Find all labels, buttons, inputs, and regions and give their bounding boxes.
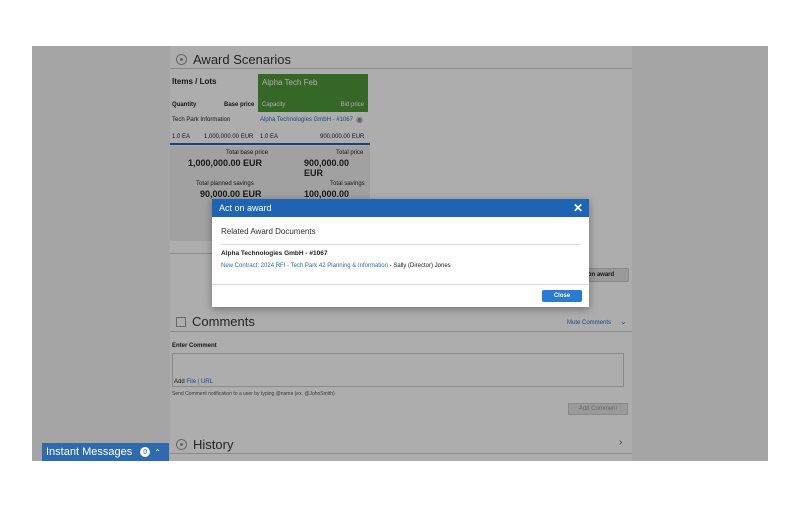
divider [221, 244, 581, 245]
instant-messages-label: Instant Messages [46, 446, 133, 458]
modal-title: Act on award [219, 203, 272, 213]
instant-messages-bar[interactable]: Instant Messages 0 ⌃ [42, 443, 169, 461]
contract-row: New Contract: 2024 RFI - Tech Park 42 Pl… [221, 263, 581, 269]
contract-link[interactable]: New Contract: 2024 RFI - Tech Park 42 Pl… [221, 263, 388, 269]
divider [212, 284, 589, 285]
related-docs-title: Related Award Documents [221, 227, 316, 236]
modal-body: Related Award Documents Alpha Technologi… [221, 227, 581, 269]
close-button[interactable]: Close [542, 290, 582, 302]
contract-contact: - Sally (Director) Jones [387, 263, 451, 269]
instant-messages-count: 0 [140, 447, 151, 457]
close-icon[interactable]: ✕ [573, 201, 583, 215]
modal-header: Act on award ✕ [212, 199, 589, 217]
chevron-up-icon[interactable]: ⌃ [154, 448, 161, 457]
act-on-award-modal: Act on award ✕ Related Award Documents A… [212, 199, 589, 307]
modal-supplier-name: Alpha Technologies GmbH - #1067 [221, 250, 328, 257]
